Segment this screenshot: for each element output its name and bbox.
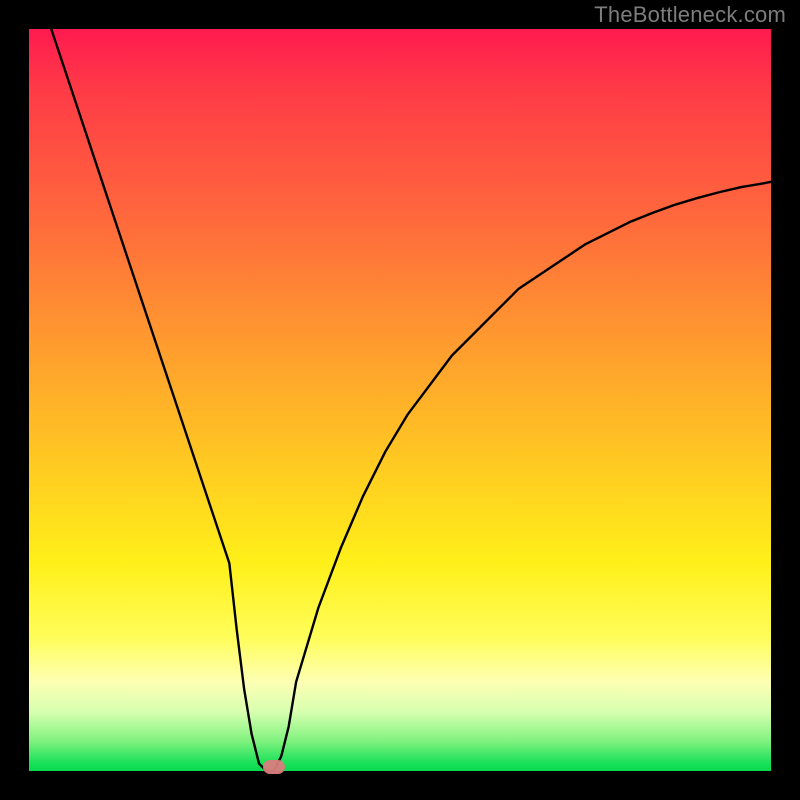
plot-area [29,29,771,771]
optimal-point-marker [263,760,285,774]
attribution-text: TheBottleneck.com [594,2,786,28]
bottleneck-curve [29,29,771,771]
chart-frame: TheBottleneck.com [0,0,800,800]
